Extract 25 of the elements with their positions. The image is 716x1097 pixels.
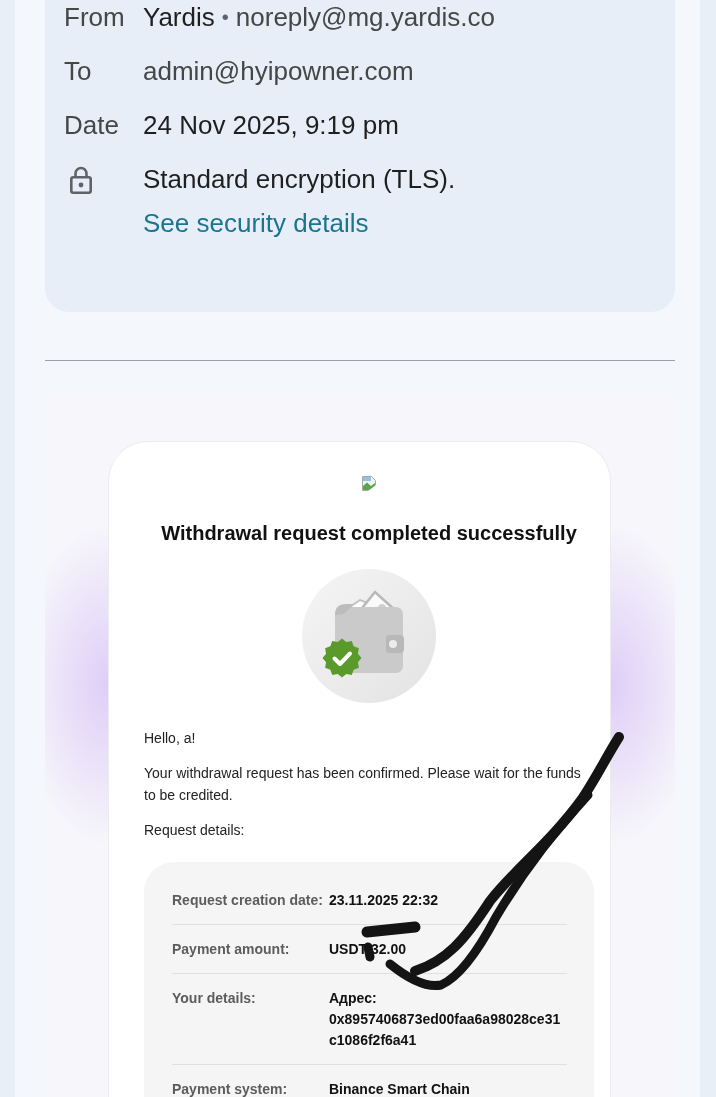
detail-value: 23.11.2025 22:32 (329, 890, 438, 910)
message-text: Your withdrawal request has been confirmed. Please wait for the funds to be credited. (144, 764, 582, 805)
field-label: Date (64, 109, 119, 142)
detail-label: Your details: (172, 988, 256, 1008)
detail-label: Request creation date: (172, 890, 323, 910)
greeting-text: Hello, a! (144, 729, 197, 748)
details-heading: Request details: (144, 821, 246, 840)
message-title: Withdrawal request completed successfully (160, 521, 578, 546)
detail-label: Payment system: (172, 1079, 288, 1097)
detail-value: USDT 32.00 (329, 939, 407, 959)
encryption-status: Standard encryption (TLS). (143, 163, 456, 196)
bullet-separator: • (221, 5, 229, 30)
recipient-address: admin@hyipowner.com (143, 55, 414, 88)
sender-name: Yardis (143, 1, 215, 34)
wallet-check-icon (302, 569, 436, 703)
field-label: From (64, 1, 125, 34)
field-value: 24 Nov 2025, 9:19 pm (143, 109, 399, 142)
detail-label: Payment amount: (172, 939, 290, 959)
field-label: To (64, 55, 92, 88)
security-details-link[interactable]: See security details (143, 206, 369, 240)
broken-image-icon (362, 476, 376, 491)
lock-icon (68, 164, 94, 194)
sender-address: noreply@mg.yardis.co (235, 1, 495, 34)
detail-value: Адрес: 0x8957406873ed00faa6a98028ce31c1086f2f6a41 (329, 988, 562, 1050)
detail-value: Binance Smart Chain (329, 1079, 470, 1097)
